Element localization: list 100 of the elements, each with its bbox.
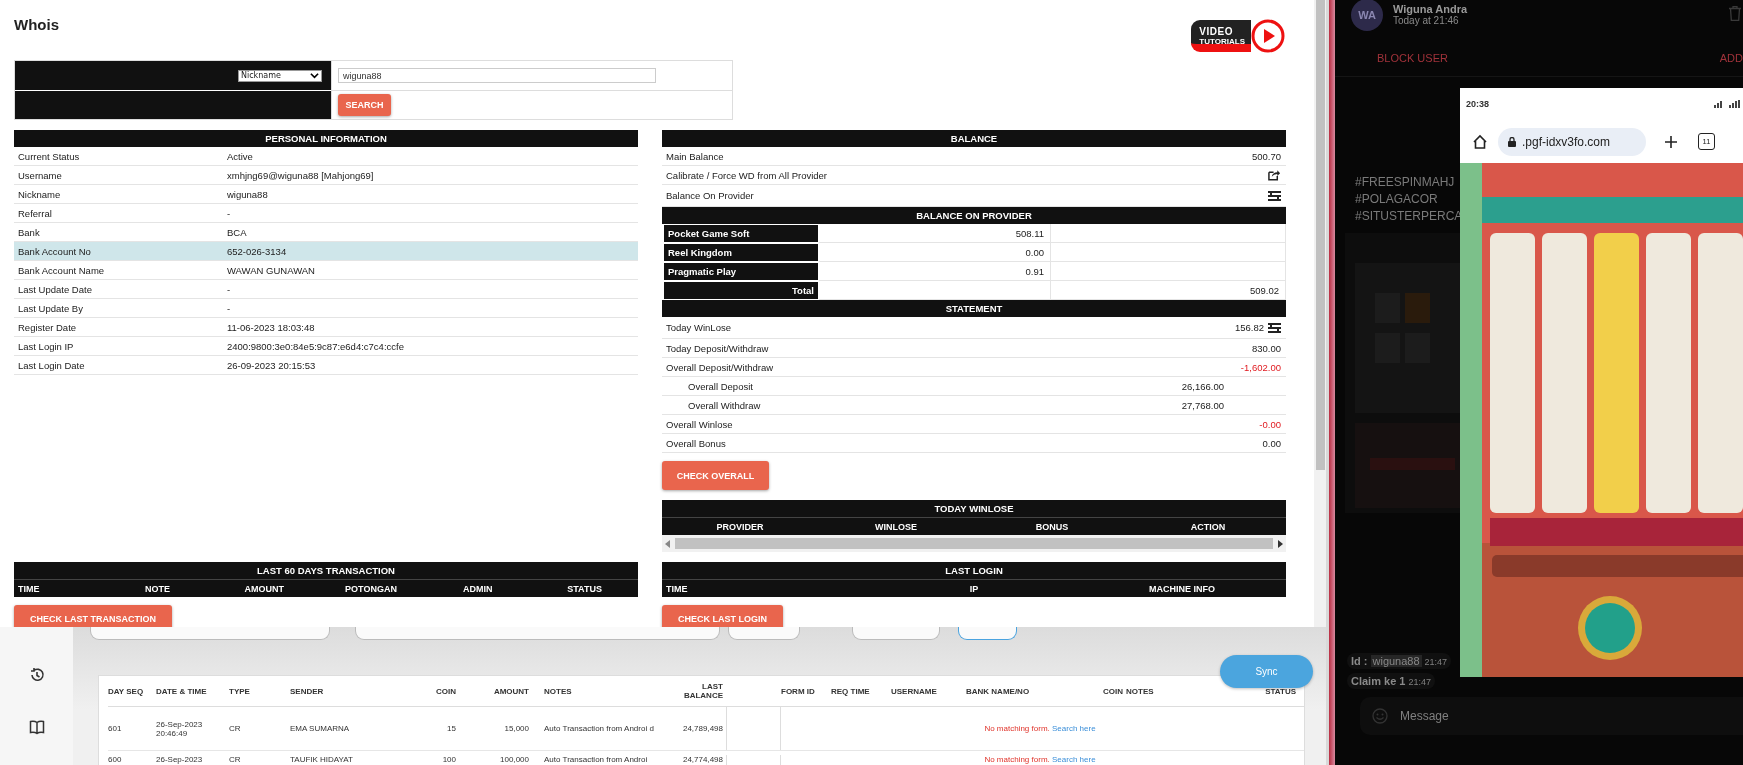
page-title: Whois xyxy=(14,16,59,34)
home-icon[interactable] xyxy=(1472,133,1488,150)
column-header: TYPE xyxy=(229,686,251,696)
hashtag: #POLAGACOR xyxy=(1355,191,1439,208)
table-cell-text: 26-Sep-2023 xyxy=(156,755,204,764)
field-label: Bank Account No xyxy=(17,245,92,257)
field-value: -0.00 xyxy=(1259,418,1281,430)
column-header: ADMIN xyxy=(462,583,494,594)
provider-name: Pocket Game Soft xyxy=(662,224,819,243)
share-icon[interactable] xyxy=(1268,169,1281,181)
field-value: 830.00 xyxy=(1251,342,1281,354)
section-header: LAST LOGIN xyxy=(662,562,1286,579)
message-field[interactable]: Message xyxy=(1360,697,1743,735)
info-row[interactable]: Last Login IP 2400:9800:3e0:84e5:9c87:e6d4:c7c4:ccfe xyxy=(14,337,638,356)
field-label: Username xyxy=(17,169,63,181)
horizontal-scrollbar[interactable] xyxy=(662,535,1286,552)
table-cell: 0.91 xyxy=(819,262,1051,281)
field-value: - xyxy=(227,283,231,295)
field-label: Current Status xyxy=(17,150,81,162)
field-label: Last Update By xyxy=(17,302,84,314)
info-row[interactable]: Bank Account No 652-026-3134 xyxy=(14,242,638,261)
input-field[interactable] xyxy=(852,627,940,640)
column-header: LAST BALANCE xyxy=(682,682,724,700)
section-header: BALANCE ON PROVIDER xyxy=(662,207,1286,224)
info-row[interactable]: Last Update Date - xyxy=(14,280,638,299)
field-label: Last Update Date xyxy=(17,283,93,295)
list-icon[interactable] xyxy=(1268,189,1281,202)
search-field[interactable]: wiguna88 xyxy=(338,68,656,83)
address-bar[interactable]: .pgf-idxv3fo.com xyxy=(1498,127,1646,156)
search-here-link[interactable]: Search here xyxy=(1052,755,1096,764)
table-cell-text: 26-Sep-2023 20:46:49 xyxy=(156,719,204,738)
field-value: BCA xyxy=(227,226,247,238)
search-type-select[interactable]: Nickname xyxy=(238,69,322,82)
info-row[interactable]: Last Update By - xyxy=(14,299,638,318)
info-row[interactable]: Referral - xyxy=(14,204,638,223)
info-row[interactable]: Username xmhjng69@wiguna88 [Mahjong69] xyxy=(14,166,638,185)
column-header: NOTES xyxy=(1126,686,1155,696)
field-value: -1,602.00 xyxy=(1240,361,1281,373)
column-header: TIME xyxy=(665,583,689,594)
caret-icon xyxy=(310,72,319,79)
table-cell-text: CR xyxy=(229,755,242,764)
column-header: FORM ID xyxy=(781,686,816,696)
last-seen: Today at 21:46 xyxy=(1393,14,1460,26)
field-value: xmhjng69@wiguna88 [Mahjong69] xyxy=(227,169,374,181)
input-field[interactable] xyxy=(958,627,1017,640)
column-header: AMOUNT xyxy=(492,686,530,696)
column-header: NOTE xyxy=(143,583,171,594)
info-row[interactable]: Last Login Date 26-09-2023 20:15:53 xyxy=(14,356,638,375)
table-cell-text: 15,000 xyxy=(503,724,530,733)
table-cell: 508.11 xyxy=(819,224,1051,243)
input-field[interactable] xyxy=(90,627,330,640)
input-field[interactable] xyxy=(355,627,720,640)
field-label: Overall Winlose xyxy=(666,418,733,430)
plus-icon[interactable] xyxy=(1664,134,1678,149)
field-value: 156.82 xyxy=(1234,322,1264,333)
info-row[interactable]: Bank Account Name WAWAN GUNAWAN xyxy=(14,261,638,280)
column-header: WINLOSE xyxy=(874,521,918,532)
book-icon[interactable] xyxy=(28,719,45,735)
lock-icon xyxy=(1508,136,1516,147)
trash-icon[interactable] xyxy=(1729,6,1741,21)
field-label: Today Deposit/Withdraw xyxy=(666,342,769,354)
info-row[interactable]: Nickname wiguna88 xyxy=(14,185,638,204)
play-icon xyxy=(1251,19,1285,53)
section-header: STATEMENT xyxy=(662,300,1286,317)
info-row[interactable]: Register Date 11-06-2023 18:03:48 xyxy=(14,318,638,337)
vertical-scrollbar[interactable] xyxy=(1314,0,1326,627)
scroll-right-icon[interactable] xyxy=(1277,539,1283,548)
field-value: wiguna88 xyxy=(227,188,268,200)
table-cell-text: 100,000 xyxy=(499,755,530,764)
column-header: COIN xyxy=(1102,686,1124,696)
field-label: Overall Bonus xyxy=(666,437,726,449)
field-label: Bank xyxy=(17,226,41,238)
input-field[interactable] xyxy=(728,627,800,640)
field-label: Overall Deposit xyxy=(688,380,753,392)
history-icon[interactable] xyxy=(28,667,45,683)
table-cell-text: 24,789,498 xyxy=(681,724,724,733)
scroll-left-icon[interactable] xyxy=(665,539,671,548)
search-here-link[interactable]: Search here xyxy=(1052,724,1096,733)
column-header: REQ TIME xyxy=(831,686,871,696)
info-row[interactable]: Current Status Active xyxy=(14,147,638,166)
section-header: LAST 60 DAYS TRANSACTION xyxy=(14,562,638,579)
section-header: BALANCE xyxy=(662,130,1286,147)
field-value: 26,166.00 xyxy=(1181,380,1224,392)
field-value: - xyxy=(227,207,231,219)
provider-name: Pragmatic Play xyxy=(662,262,819,281)
list-icon[interactable] xyxy=(1268,321,1281,334)
table-cell-text: Auto Transaction from Androi xyxy=(543,755,649,764)
field-value: - xyxy=(227,302,231,314)
table-cell-text: TAUFIK HIDAYAT xyxy=(290,755,354,764)
message-text: Claim ke 1 xyxy=(1351,675,1406,687)
contact-name: Wiguna Andra xyxy=(1393,2,1468,15)
table-cell-text: 601 xyxy=(108,724,123,733)
column-header: NOTES xyxy=(543,686,573,696)
hashtag: #FREESPINMAHJ xyxy=(1355,174,1456,191)
field-label: Main Balance xyxy=(666,150,724,162)
status-text: No matching form. xyxy=(984,724,1050,733)
field-value: 652-026-3134 xyxy=(227,245,287,257)
column-header: ACTION xyxy=(1189,521,1227,532)
field-label: Balance On Provider xyxy=(666,190,754,201)
field-label: Nickname xyxy=(17,188,62,200)
